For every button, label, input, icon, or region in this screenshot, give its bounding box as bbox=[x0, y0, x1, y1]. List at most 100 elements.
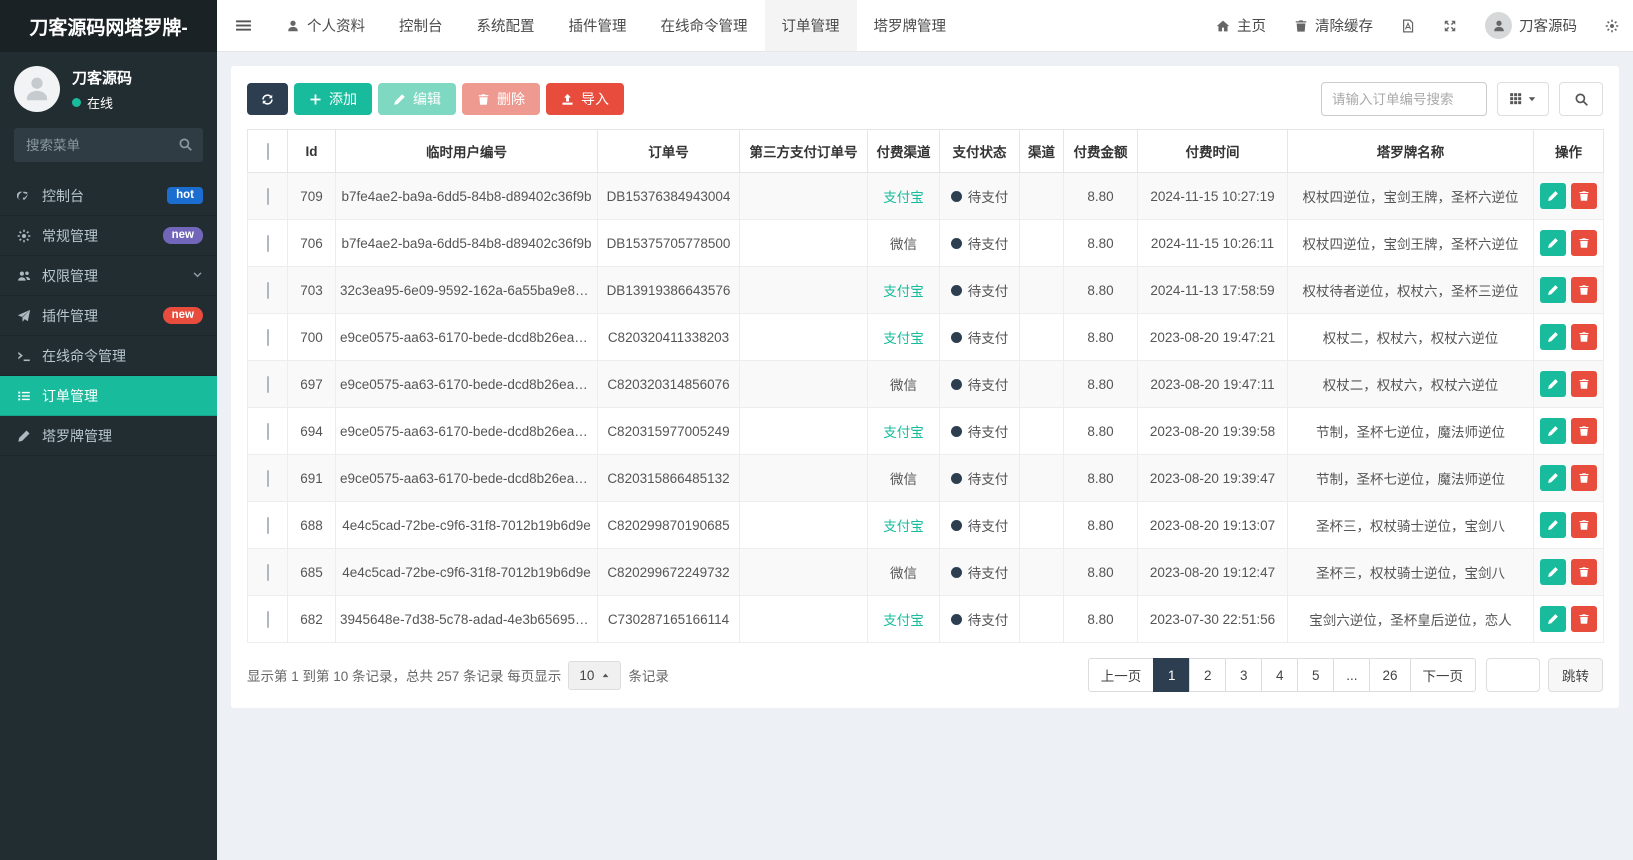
search-button[interactable] bbox=[1559, 82, 1603, 116]
row-checkbox[interactable] bbox=[266, 281, 269, 299]
row-delete-button[interactable] bbox=[1571, 230, 1597, 256]
page-button-5[interactable]: 5 bbox=[1297, 658, 1335, 692]
row-edit-button[interactable] bbox=[1540, 418, 1566, 444]
trash-icon bbox=[1294, 19, 1308, 33]
topnav-avatar bbox=[1485, 12, 1512, 39]
row-edit-button[interactable] bbox=[1540, 559, 1566, 585]
home-link[interactable]: 主页 bbox=[1202, 0, 1280, 51]
row-checkbox[interactable] bbox=[266, 563, 269, 581]
status-dot bbox=[950, 190, 962, 202]
topnav-tab-orders[interactable]: 订单管理 bbox=[764, 0, 857, 51]
page-ellipsis: ... bbox=[1333, 658, 1371, 692]
sidebar-item-online-command[interactable]: 在线命令管理 bbox=[0, 336, 217, 376]
row-edit-button[interactable] bbox=[1540, 465, 1566, 491]
row-delete-button[interactable] bbox=[1571, 371, 1597, 397]
add-button[interactable]: 添加 bbox=[294, 83, 372, 115]
column-header[interactable]: 订单号 bbox=[597, 129, 740, 173]
page-button-1[interactable]: 1 bbox=[1153, 658, 1191, 692]
order-search-input[interactable] bbox=[1321, 82, 1487, 116]
cell-third-party bbox=[739, 266, 868, 314]
pencil-icon bbox=[1547, 284, 1559, 296]
search-icon bbox=[1574, 92, 1589, 107]
delete-button[interactable]: 删除 bbox=[462, 83, 540, 115]
row-delete-button[interactable] bbox=[1571, 418, 1597, 444]
sidebar-item-general[interactable]: 常规管理 new bbox=[0, 216, 217, 256]
row-checkbox[interactable] bbox=[266, 187, 269, 205]
page-button-26[interactable]: 26 bbox=[1369, 658, 1411, 692]
column-header[interactable]: 操作 bbox=[1533, 129, 1604, 173]
topnav-tab-console[interactable]: 控制台 bbox=[382, 0, 460, 51]
row-checkbox[interactable] bbox=[266, 234, 269, 252]
sidebar-item-label: 控制台 bbox=[42, 187, 84, 204]
cell-user-id: e9ce0575-aa63-6170-bede-dcd8b26eaaca bbox=[335, 454, 598, 502]
column-header[interactable]: 付费渠道 bbox=[867, 129, 940, 173]
language-button[interactable] bbox=[1387, 0, 1429, 51]
refresh-button[interactable] bbox=[247, 83, 288, 115]
search-icon[interactable] bbox=[178, 137, 193, 152]
row-edit-button[interactable] bbox=[1540, 230, 1566, 256]
clear-cache-link[interactable]: 清除缓存 bbox=[1280, 0, 1387, 51]
jump-page-input[interactable] bbox=[1486, 658, 1540, 692]
row-delete-button[interactable] bbox=[1571, 183, 1597, 209]
row-edit-button[interactable] bbox=[1540, 512, 1566, 538]
row-checkbox[interactable] bbox=[266, 375, 269, 393]
topnav-tab-tarot[interactable]: 塔罗牌管理 bbox=[857, 0, 964, 51]
page-button-2[interactable]: 2 bbox=[1189, 658, 1227, 692]
row-checkbox[interactable] bbox=[266, 328, 269, 346]
page-button-3[interactable]: 3 bbox=[1225, 658, 1263, 692]
sidebar-search-input[interactable] bbox=[14, 128, 203, 162]
cell-pay-channel: 支付宝 bbox=[867, 595, 940, 643]
row-delete-button[interactable] bbox=[1571, 277, 1597, 303]
column-header[interactable]: 渠道 bbox=[1019, 129, 1064, 173]
edit-button[interactable]: 编辑 bbox=[378, 83, 456, 115]
row-checkbox[interactable] bbox=[266, 422, 269, 440]
fullscreen-button[interactable] bbox=[1429, 0, 1471, 51]
topnav-tab-online-command[interactable]: 在线命令管理 bbox=[644, 0, 765, 51]
app-logo[interactable]: 刀客源码网塔罗牌- bbox=[0, 0, 217, 52]
user-menu[interactable]: 刀客源码 bbox=[1471, 0, 1591, 51]
column-header[interactable]: 付费时间 bbox=[1137, 129, 1288, 173]
row-edit-button[interactable] bbox=[1540, 606, 1566, 632]
prev-page-button[interactable]: 上一页 bbox=[1087, 658, 1155, 692]
topnav-tab-system-config[interactable]: 系统配置 bbox=[460, 0, 552, 51]
sidebar-toggle-button[interactable] bbox=[217, 0, 269, 51]
column-header[interactable]: 付费金额 bbox=[1063, 129, 1138, 173]
next-page-button[interactable]: 下一页 bbox=[1409, 658, 1476, 692]
row-edit-button[interactable] bbox=[1540, 324, 1566, 350]
select-all-checkbox[interactable] bbox=[266, 142, 269, 160]
column-header[interactable]: 第三方支付订单号 bbox=[739, 129, 868, 173]
row-delete-button[interactable] bbox=[1571, 465, 1597, 491]
sidebar-item-orders[interactable]: 订单管理 bbox=[0, 376, 217, 416]
topnav-tab-plugins[interactable]: 插件管理 bbox=[552, 0, 644, 51]
expand-icon bbox=[1443, 19, 1457, 33]
page-size-value: 10 bbox=[579, 667, 595, 683]
pen-icon bbox=[14, 429, 34, 443]
topnav-tab-profile[interactable]: 个人资料 bbox=[269, 0, 382, 51]
sidebar-item-plugins[interactable]: 插件管理 new bbox=[0, 296, 217, 336]
column-header[interactable]: 支付状态 bbox=[939, 129, 1020, 173]
page-button-4[interactable]: 4 bbox=[1261, 658, 1299, 692]
row-checkbox[interactable] bbox=[266, 469, 269, 487]
row-checkbox[interactable] bbox=[266, 610, 269, 628]
column-header[interactable]: 临时用户编号 bbox=[335, 129, 598, 173]
jump-button[interactable]: 跳转 bbox=[1548, 658, 1603, 692]
import-button[interactable]: 导入 bbox=[546, 83, 624, 115]
row-delete-button[interactable] bbox=[1571, 559, 1597, 585]
page-size-dropdown[interactable]: 10 bbox=[568, 660, 622, 690]
status-dot bbox=[950, 331, 962, 343]
row-edit-button[interactable] bbox=[1540, 371, 1566, 397]
row-delete-button[interactable] bbox=[1571, 606, 1597, 632]
row-checkbox[interactable] bbox=[266, 516, 269, 534]
sidebar-item-console[interactable]: 控制台 hot bbox=[0, 176, 217, 216]
column-header[interactable]: Id bbox=[287, 129, 336, 173]
sidebar-search bbox=[14, 128, 203, 162]
column-header[interactable]: 塔罗牌名称 bbox=[1287, 129, 1534, 173]
sidebar-item-permissions[interactable]: 权限管理 bbox=[0, 256, 217, 296]
row-delete-button[interactable] bbox=[1571, 324, 1597, 350]
settings-button[interactable] bbox=[1591, 0, 1633, 51]
row-edit-button[interactable] bbox=[1540, 183, 1566, 209]
sidebar-item-tarot[interactable]: 塔罗牌管理 bbox=[0, 416, 217, 456]
row-delete-button[interactable] bbox=[1571, 512, 1597, 538]
row-edit-button[interactable] bbox=[1540, 277, 1566, 303]
columns-dropdown-button[interactable] bbox=[1497, 82, 1549, 116]
